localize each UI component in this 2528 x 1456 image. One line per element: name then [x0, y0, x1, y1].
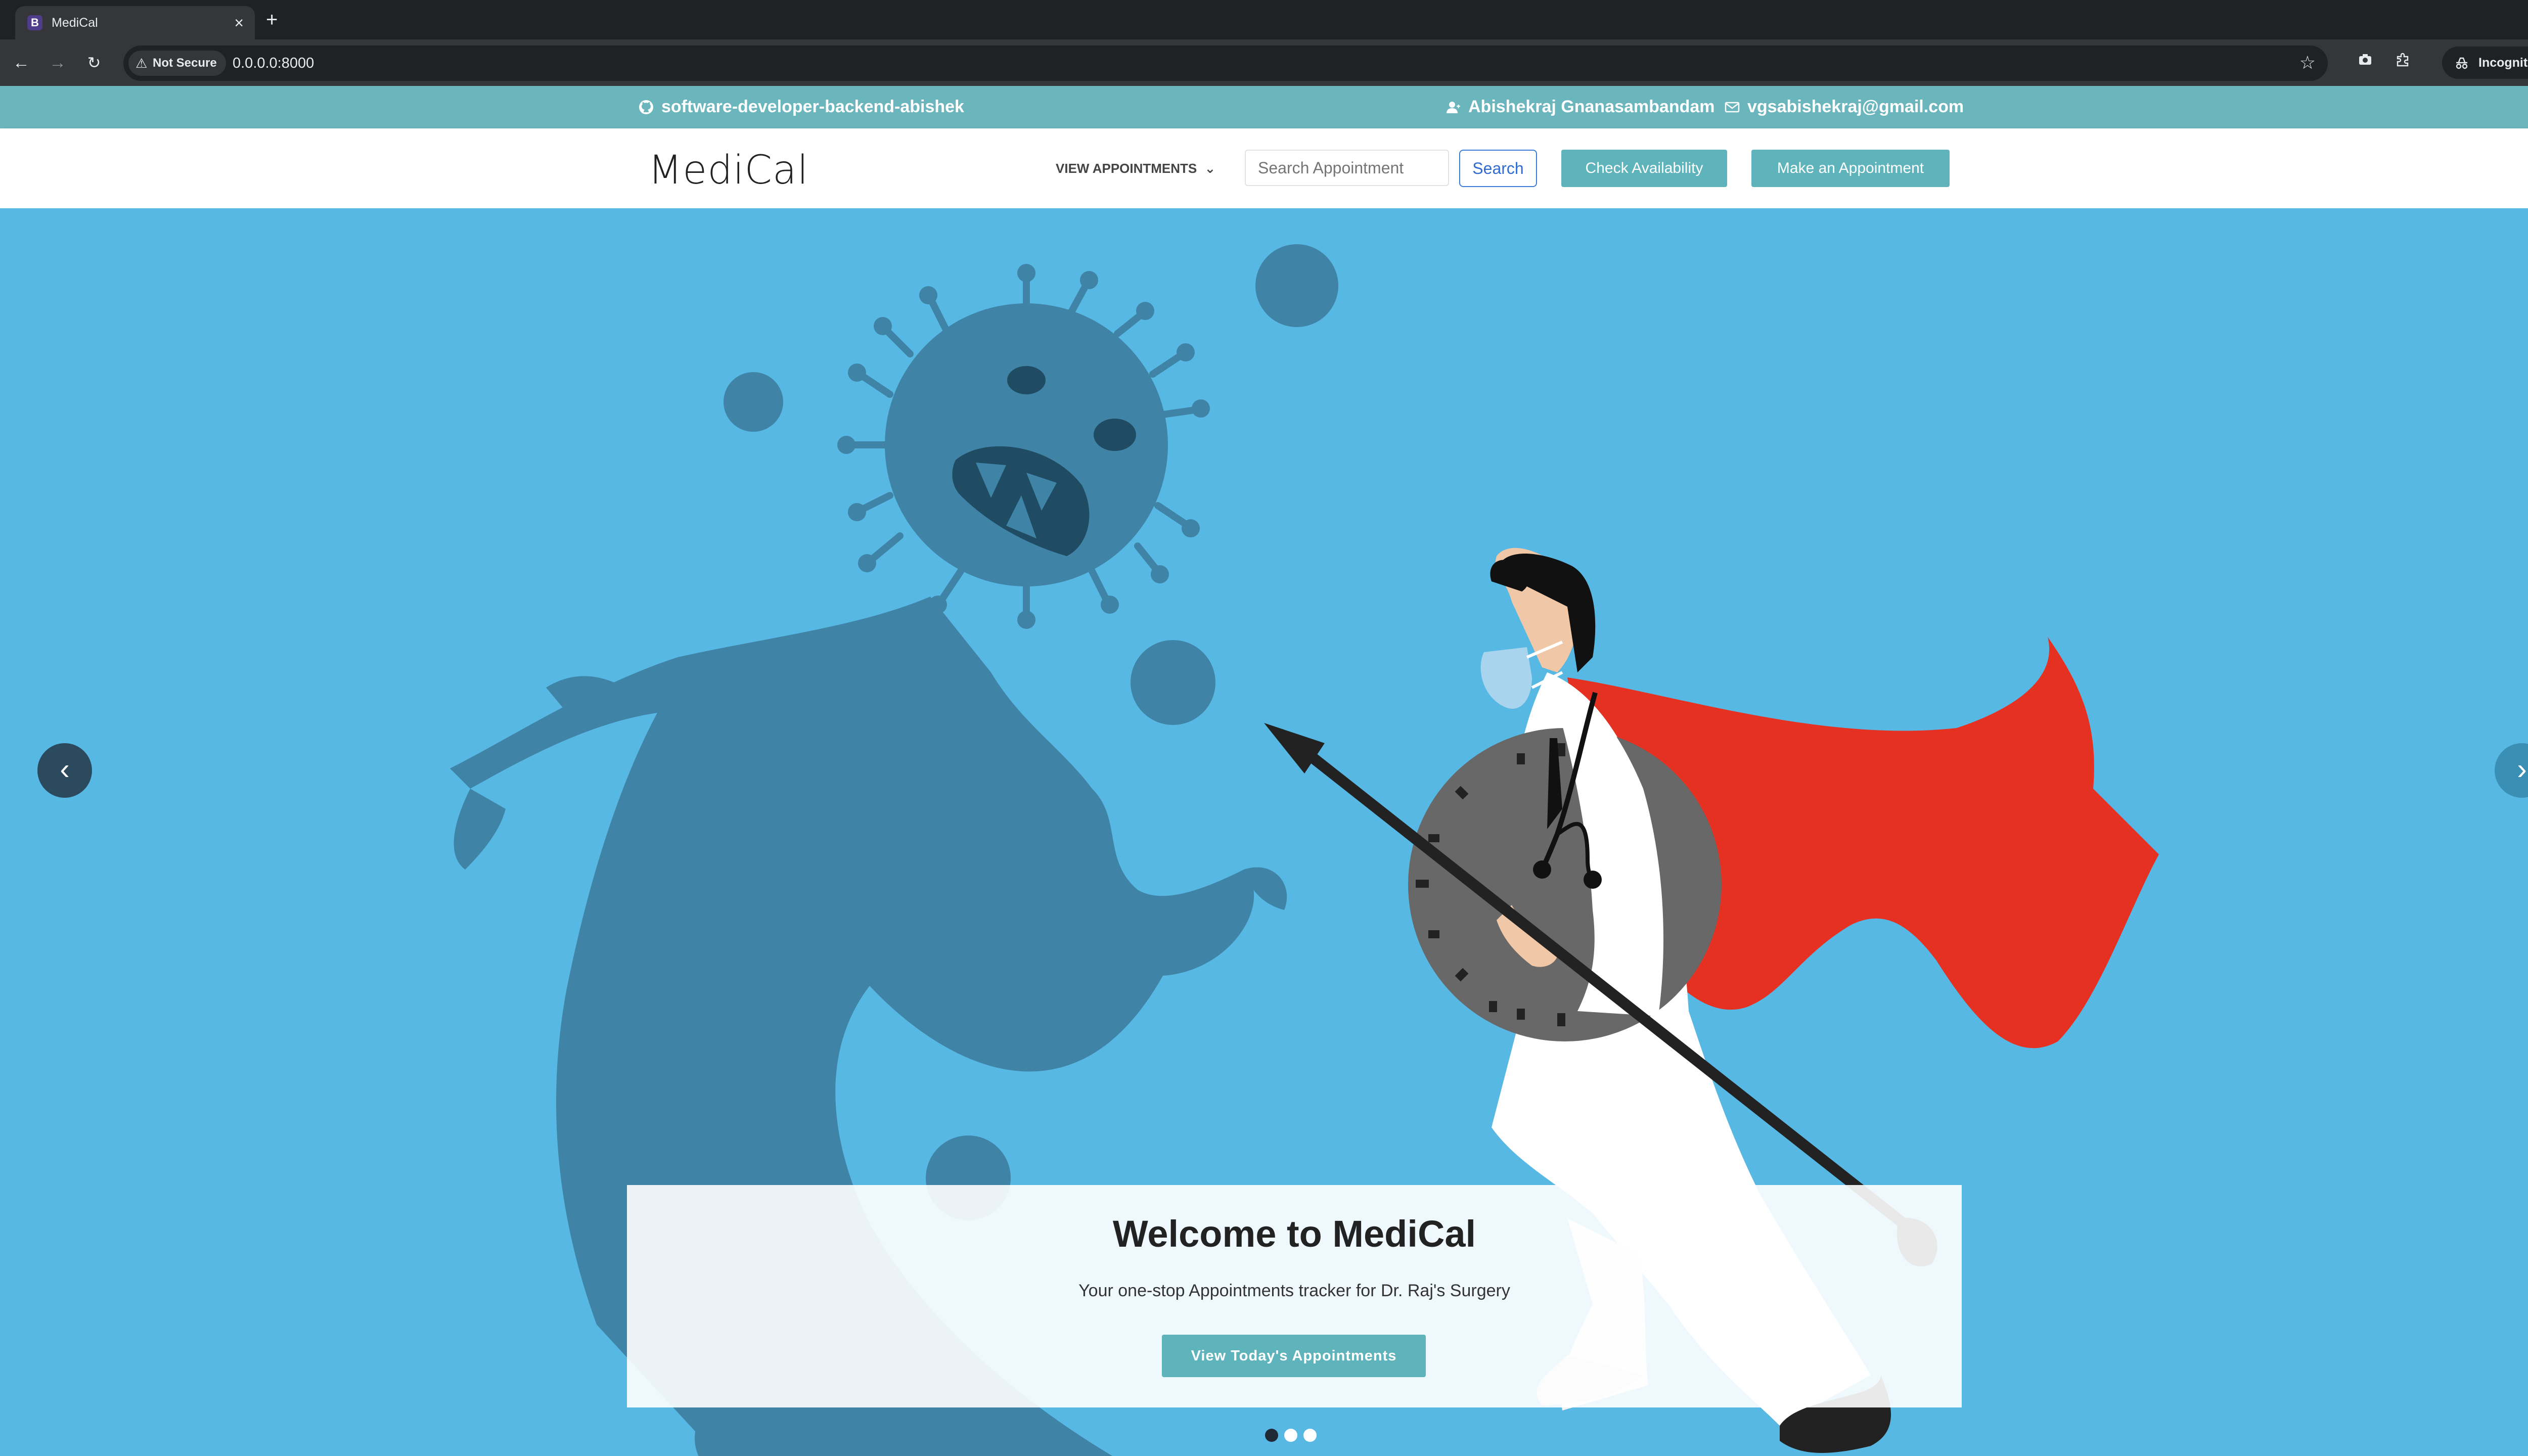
hero-title: Welcome to MediCal [1112, 1213, 1476, 1255]
contact-topbar: software-developer-backend-abishek Abish… [0, 86, 2528, 128]
forward-arrow-icon[interactable]: → [48, 53, 68, 73]
make-appointment-button[interactable]: Make an Appointment [1751, 150, 1950, 187]
chevron-down-icon: ⌄ [1204, 161, 1216, 176]
tab-title: MediCal [52, 16, 98, 30]
carousel-indicator-2[interactable] [1284, 1429, 1297, 1442]
address-bar[interactable]: ⚠ Not Secure 0.0.0.0:8000 ☆ [123, 46, 2328, 81]
url-text[interactable]: 0.0.0.0:8000 [233, 55, 314, 72]
hero-caption: Welcome to MediCal Your one-stop Appoint… [627, 1185, 1962, 1407]
user-name: Abishekraj Gnanasambandam [1468, 97, 1715, 116]
back-arrow-icon[interactable]: ← [11, 53, 31, 73]
email-info[interactable]: vgsabishekraj@gmail.com [1724, 97, 1964, 117]
email-address[interactable]: vgsabishekraj@gmail.com [1747, 97, 1964, 117]
tab-favicon-icon: B [27, 15, 42, 30]
security-chip[interactable]: ⚠ Not Secure [128, 51, 226, 76]
clock-shield [1408, 728, 1722, 1041]
carousel-prev-button[interactable]: ‹ [37, 743, 92, 798]
envelope-icon [1725, 102, 1740, 112]
hero-carousel: ‹ › Welcome to MediCal Your one-stop App… [0, 208, 2528, 1456]
carousel-indicator-1[interactable] [1265, 1429, 1278, 1442]
carousel-indicators [1265, 1429, 1317, 1442]
reload-icon[interactable]: ↻ [84, 53, 104, 73]
view-todays-appointments-button[interactable]: View Today's Appointments [1162, 1335, 1426, 1377]
view-appointments-dropdown[interactable]: VIEW APPOINTMENTS ⌄ [1056, 161, 1215, 176]
check-availability-button[interactable]: Check Availability [1561, 150, 1727, 187]
warning-triangle-icon: ⚠ [136, 56, 148, 71]
browser-toolbar: ← → ↻ ⚠ Not Secure 0.0.0.0:8000 ☆ Incogn… [0, 39, 2528, 86]
brand-logo[interactable]: MediCal [648, 148, 808, 193]
view-appointments-label: VIEW APPOINTMENTS [1056, 161, 1197, 176]
github-icon [639, 100, 653, 114]
search-button[interactable]: Search [1459, 150, 1537, 187]
main-navbar: MediCal VIEW APPOINTMENTS ⌄ Search Check… [0, 128, 2528, 208]
user-icon [1447, 101, 1460, 113]
incognito-label: Incognito [2478, 56, 2528, 70]
browser-tab-strip: B MediCal × + ⌄ [0, 0, 2528, 39]
search-input[interactable] [1245, 150, 1449, 186]
browser-tab[interactable]: B MediCal × [15, 6, 255, 39]
incognito-chip[interactable]: Incognito [2442, 47, 2528, 79]
extensions-puzzle-icon[interactable] [2391, 52, 2414, 74]
github-username[interactable]: software-developer-backend-abishek [661, 97, 964, 117]
hero-subtitle: Your one-stop Appointments tracker for D… [1078, 1281, 1510, 1300]
camera-icon[interactable] [2354, 52, 2376, 74]
security-label: Not Secure [153, 56, 217, 70]
bookmark-star-icon[interactable]: ☆ [2299, 53, 2316, 73]
github-link[interactable]: software-developer-backend-abishek [638, 97, 964, 117]
tab-close-icon[interactable]: × [234, 13, 244, 33]
new-tab-button[interactable]: + [266, 7, 278, 32]
user-info: Abishekraj Gnanasambandam [1445, 97, 1715, 117]
incognito-icon [2454, 47, 2469, 79]
carousel-indicator-3[interactable] [1303, 1429, 1317, 1442]
